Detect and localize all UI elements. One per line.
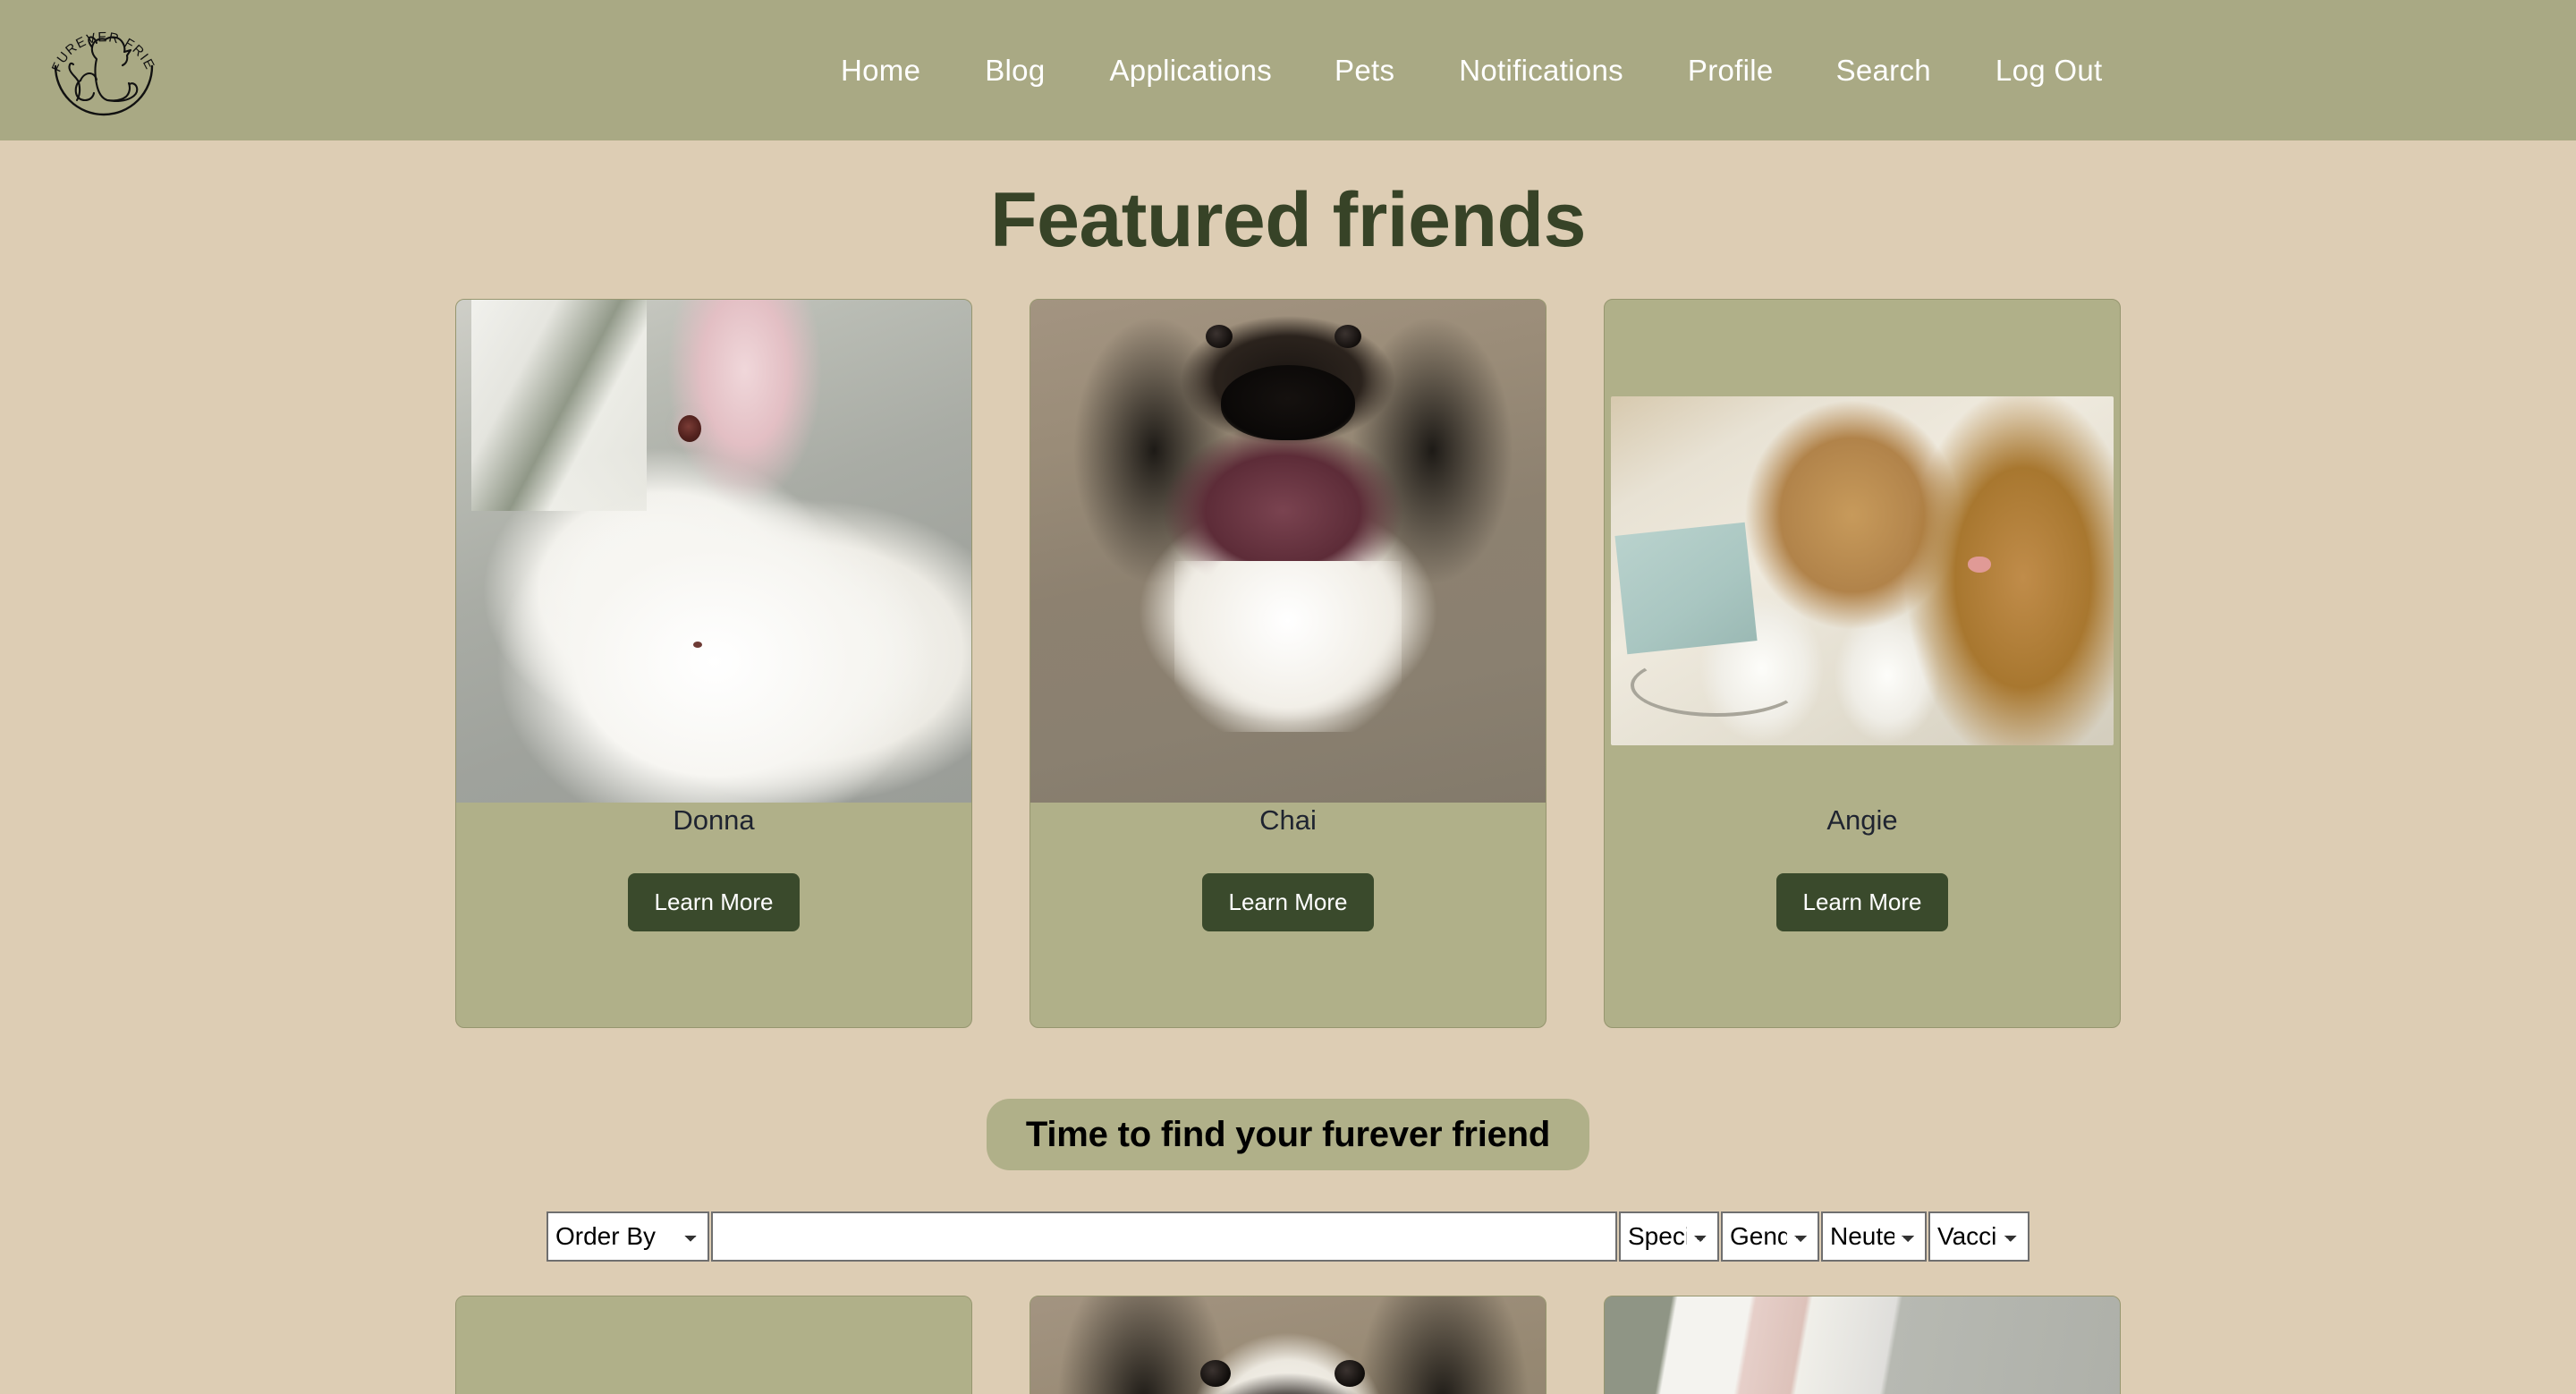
nav-item-pets[interactable]: Pets [1335,50,1394,90]
rabbit-body-shape [487,450,962,803]
order-by-select[interactable]: Order By [547,1211,709,1262]
rabbit-eye-shape [677,414,701,442]
furever-friends-logo[interactable]: FUREVER FRIENDS [41,7,166,132]
nav-item-search[interactable]: Search [1836,50,1931,90]
result-card-2[interactable] [1030,1295,1546,1394]
result-photo-dog [1030,1296,1546,1394]
main-navigation: Home Blog Applications Pets Notification… [841,50,2576,90]
cat-cord-shape [1631,654,1802,718]
gender-filter-select[interactable]: Gender [1721,1211,1819,1262]
nav-item-notifications[interactable]: Notifications [1459,50,1623,90]
dog-chest-shape [1174,560,1402,732]
pet-photo-dog [1030,299,1546,803]
result-photo-rabbit [1605,1296,2120,1394]
result-photo-placeholder [456,1296,971,1394]
page-content: Featured friends Donna Learn More Chai L… [0,140,2576,1394]
neutered-filter-select[interactable]: Neutered [1821,1211,1927,1262]
cat-paper-shape [1614,522,1758,654]
learn-more-button-donna[interactable]: Learn More [627,872,801,931]
learn-more-button-angie[interactable]: Learn More [1775,872,1949,931]
pet-card-chai[interactable]: Chai Learn More [1030,298,1546,1028]
search-results-row [0,1295,2576,1394]
dog-right-eye-shape [1334,324,1361,348]
site-header: FUREVER FRIENDS Home Blog Applications P… [0,0,2576,140]
logo-artwork: FUREVER FRIENDS [41,7,157,116]
species-filter-select[interactable]: Species [1619,1211,1719,1262]
pet-name: Donna [673,803,755,836]
pet-photo-rabbit [456,299,971,803]
cat-nose-shape [1968,556,1992,573]
vaccinated-filter-select[interactable]: Vaccinated [1928,1211,2029,1262]
result-card-3[interactable] [1604,1295,2121,1394]
dog-right-eye-shape [1334,1360,1365,1388]
svg-text:FUREVER FRIENDS: FUREVER FRIENDS [41,7,157,74]
nav-item-blog[interactable]: Blog [985,50,1045,90]
pet-filter-bar: Order By Species Gender Neutered Vaccina… [0,1211,2576,1262]
nav-item-applications[interactable]: Applications [1109,50,1272,90]
dog-snout-shape [1221,364,1355,440]
pet-card-angie[interactable]: Angie Learn More [1604,298,2121,1028]
pet-name: Chai [1259,803,1317,836]
nav-item-profile[interactable]: Profile [1688,50,1774,90]
nav-item-log-out[interactable]: Log Out [1996,50,2103,90]
page-title: Featured friends [990,177,1586,263]
pet-name: Angie [1826,803,1898,836]
pet-search-input[interactable] [711,1211,1617,1262]
dog-left-eye-shape [1205,324,1233,348]
featured-cards-row: Donna Learn More Chai Learn More Angie L… [0,298,2576,1028]
pet-photo-cat [1611,395,2114,745]
pet-card-donna[interactable]: Donna Learn More [455,298,972,1028]
find-banner-wrapper: Time to find your furever friend [0,1098,2576,1170]
result-card-1[interactable] [455,1295,972,1394]
dog-left-eye-shape [1200,1360,1232,1388]
nav-item-home[interactable]: Home [841,50,920,90]
learn-more-button-chai[interactable]: Learn More [1201,872,1375,931]
find-friend-banner: Time to find your furever friend [986,1098,1590,1170]
